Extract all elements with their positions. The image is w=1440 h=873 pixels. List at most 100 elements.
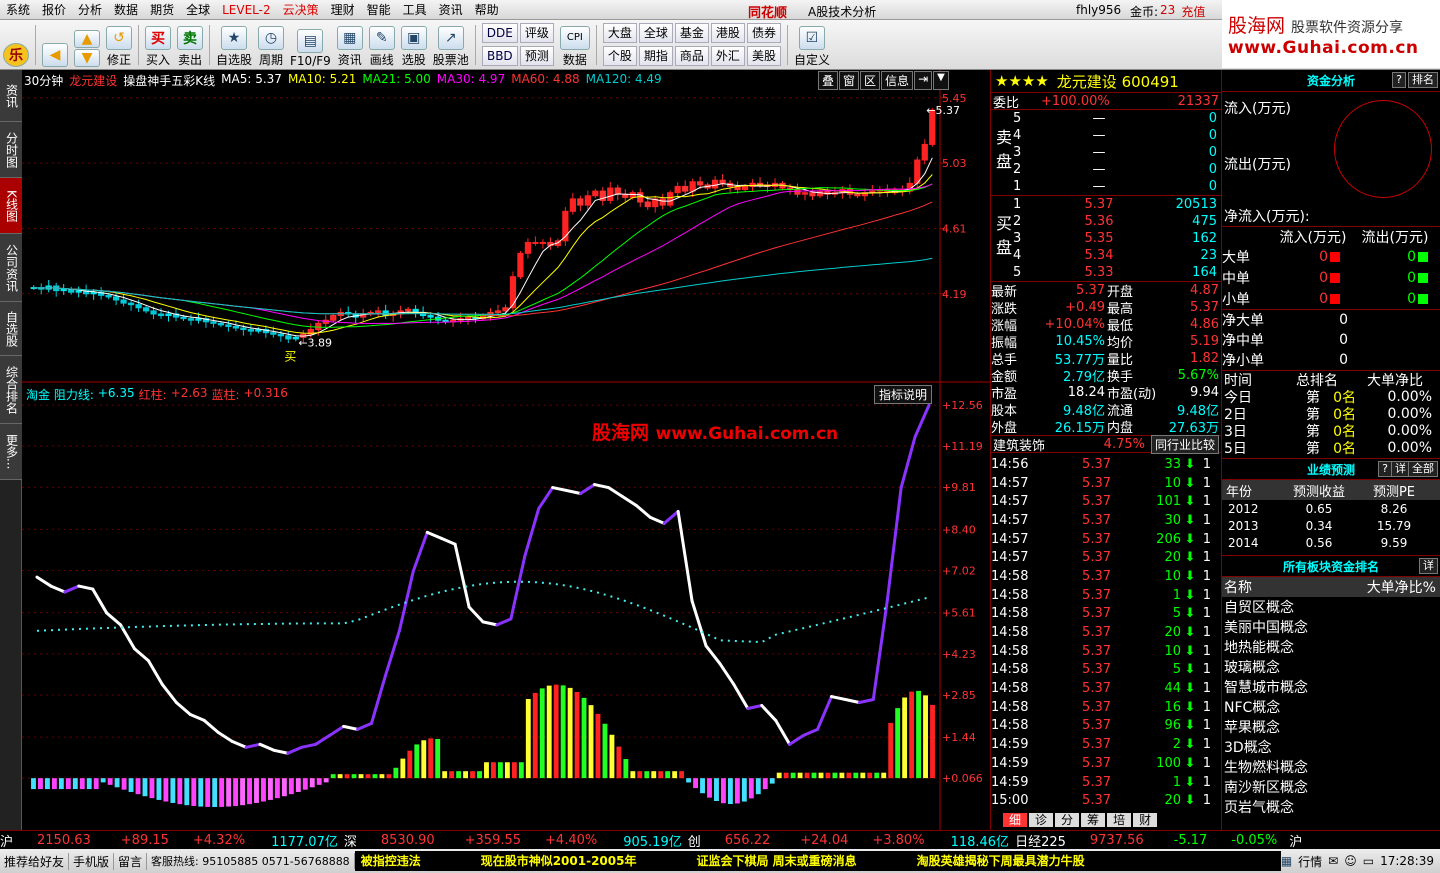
market-us-button[interactable]: 美股 — [746, 46, 781, 66]
tick-row[interactable]: 14:59 5.37 2 ⬇ 1 — [991, 735, 1221, 754]
tick-row[interactable]: 14:58 5.37 10 ⬇ 1 — [991, 642, 1221, 661]
leftnav-company[interactable]: 公司资讯 — [0, 234, 22, 302]
customize-button[interactable]: ☑ 自定义 — [791, 22, 833, 68]
tick-row[interactable]: 14:58 5.37 5 ⬇ 1 — [991, 661, 1221, 680]
buy-book-row[interactable]: 5 5.33 164 — [1013, 264, 1221, 281]
leftnav-more[interactable]: 更多... — [0, 424, 22, 480]
menu-item-level2[interactable]: LEVEL-2 — [216, 3, 277, 17]
sector-detail-button[interactable]: 详 — [1419, 558, 1438, 574]
sector-row[interactable]: NFC概念 — [1222, 697, 1440, 717]
market-futures-button[interactable]: 期指 — [638, 46, 673, 66]
perf-help-button[interactable]: ? — [1378, 461, 1392, 477]
sector-row[interactable]: 智慧城市概念 — [1222, 677, 1440, 697]
sector-name[interactable]: 建筑装饰 — [993, 435, 1084, 454]
sell-book-row[interactable]: 2 — 0 — [1013, 161, 1221, 178]
indicator-explain-button[interactable]: 指标说明 — [874, 385, 933, 404]
buy-button[interactable]: 买买入 — [142, 22, 174, 68]
market-hk-button[interactable]: 港股 — [710, 23, 745, 43]
sell-button[interactable]: 卖卖出 — [174, 22, 206, 68]
peer-compare-button[interactable]: 同行业比较 — [1150, 434, 1219, 454]
sell-book-row[interactable]: 1 — 0 — [1013, 178, 1221, 195]
market-stock-button[interactable]: 个股 — [602, 46, 637, 66]
recommend-link[interactable]: 推荐给好友 — [0, 852, 70, 870]
news-item-3[interactable]: 证监会下棋局 周末或重磅消息 — [696, 851, 856, 871]
tick-row[interactable]: 14:57 5.37 20 ⬇ 1 — [991, 548, 1221, 567]
tick-row[interactable]: 14:58 5.37 96 ⬇ 1 — [991, 717, 1221, 736]
leftnav-kline[interactable]: K线图 — [0, 178, 22, 234]
sector-name[interactable]: 地热能概念 — [1222, 637, 1294, 657]
quote-icon[interactable]: ▦ — [1281, 854, 1292, 868]
menu-item-quote[interactable]: 报价 — [36, 1, 72, 18]
sector-row[interactable]: 页岩气概念 — [1222, 797, 1440, 817]
sell-book-row[interactable]: 3 — 0 — [1013, 144, 1221, 161]
fund-rank-button[interactable]: 排名 — [1408, 72, 1438, 88]
menu-item-analysis[interactable]: 分析 — [72, 1, 108, 18]
tick-row[interactable]: 14:58 5.37 5 ⬇ 1 — [991, 605, 1221, 624]
tick-row[interactable]: 14:57 5.37 10 ⬇ 1 — [991, 474, 1221, 493]
market-global-button[interactable]: 全球 — [638, 23, 673, 43]
kline-chart-svg[interactable]: 5.45 5.03 4.61 4.19 +12.56 +11.19 +9.81 +8.40 +7… — [22, 70, 990, 830]
tick-row[interactable]: 14:58 5.37 16 ⬇ 1 — [991, 698, 1221, 717]
menu-item-news[interactable]: 资讯 — [433, 1, 469, 18]
expand-icon[interactable]: ⇥ — [914, 71, 933, 90]
sector-row[interactable]: 地热能概念 — [1222, 637, 1440, 657]
news-item-2[interactable]: 现在股市神似2001-2005年 — [481, 851, 637, 871]
tick-row[interactable]: 14:59 5.37 1 ⬇ 1 — [991, 773, 1221, 792]
market-bond-button[interactable]: 债券 — [746, 23, 781, 43]
tick-row[interactable]: 14:58 5.37 20 ⬇ 1 — [991, 623, 1221, 642]
quote-tab[interactable]: 筹 — [1081, 813, 1106, 827]
quote-tab[interactable]: 财 — [1133, 813, 1158, 827]
mobile-link[interactable]: 手机版 — [69, 852, 115, 870]
range-button[interactable]: 区 — [860, 71, 881, 90]
leftnav-ranking[interactable]: 综合排名 — [0, 356, 22, 424]
sell-book-row[interactable]: 5 — 0 — [1013, 110, 1221, 127]
quote-tab[interactable]: 细 — [1003, 813, 1028, 827]
tick-row[interactable]: 14:56 5.37 33 ⬇ 1 — [991, 455, 1221, 474]
menu-item-futures[interactable]: 期货 — [144, 1, 180, 18]
market-fund-button[interactable]: 基金 — [674, 23, 709, 43]
tick-row[interactable]: 14:58 5.37 1 ⬇ 1 — [991, 586, 1221, 605]
recharge-link[interactable]: 充值 — [1181, 3, 1205, 20]
tick-row[interactable]: 15:00 5.37 20 ⬇ 1 — [991, 791, 1221, 810]
quote-tab[interactable]: 分 — [1055, 813, 1080, 827]
tick-row[interactable]: 14:57 5.37 101 ⬇ 1 — [991, 492, 1221, 511]
overlay-button[interactable]: 叠 — [818, 71, 839, 90]
quote-button[interactable]: 行情 — [1298, 853, 1322, 870]
sector-row[interactable]: 玻璃概念 — [1222, 657, 1440, 677]
pool-button[interactable]: ↗ 股票池 — [430, 22, 472, 68]
forecast-button[interactable]: 预测 — [519, 46, 554, 66]
market-commodity-button[interactable]: 商品 — [674, 46, 709, 66]
tick-list[interactable]: 14:56 5.37 33 ⬇ 1 14:57 5.37 10 ⬇ 1 14:57 5.37 101 ⬇ 1… — [991, 452, 1221, 810]
leftnav-watchlist[interactable]: 自选股 — [0, 302, 22, 356]
sector-name[interactable]: 玻璃概念 — [1222, 657, 1280, 677]
home-button[interactable]: 乐 — [0, 22, 32, 68]
tick-row[interactable]: 14:59 5.37 100 ⬇ 1 — [991, 754, 1221, 773]
menu-item-cloud[interactable]: 云决策 — [277, 1, 325, 18]
back-button[interactable]: ◀ — [39, 22, 71, 68]
window-button[interactable]: 窗 — [839, 71, 860, 90]
info-button[interactable]: ▦ 资讯 — [334, 22, 366, 68]
quote-tab[interactable]: 培 — [1107, 813, 1132, 827]
market-index-button[interactable]: 大盘 — [602, 23, 637, 43]
tick-row[interactable]: 14:57 5.37 30 ⬇ 1 — [991, 511, 1221, 530]
sell-book-row[interactable]: 4 — 0 — [1013, 127, 1221, 144]
screener-button[interactable]: ▣ 选股 — [398, 22, 430, 68]
message-link[interactable]: 留言 — [114, 852, 148, 870]
buy-book-row[interactable]: 3 5.35 162 — [1013, 230, 1221, 247]
sector-name[interactable]: 3D概念 — [1222, 737, 1272, 757]
bbd-button[interactable]: BBD — [481, 46, 518, 66]
sector-row[interactable]: 美丽中国概念 — [1222, 617, 1440, 637]
sector-name[interactable]: 智慧城市概念 — [1222, 677, 1308, 697]
news-ticker[interactable]: 被指控违法 现在股市神似2001-2005年 证监会下棋局 周末或重磅消息 淘股… — [354, 851, 1281, 871]
menu-item-data[interactable]: 数据 — [108, 1, 144, 18]
sector-row[interactable]: 自贸区概念 — [1222, 597, 1440, 617]
menu-item-smart[interactable]: 智能 — [361, 1, 397, 18]
news-item-1[interactable]: 被指控违法 — [361, 851, 421, 871]
market-fx-button[interactable]: 外汇 — [710, 46, 745, 66]
sector-row[interactable]: 生物燃料概念 — [1222, 757, 1440, 777]
menu-item-system[interactable]: 系统 — [0, 1, 36, 18]
menu-item-finance[interactable]: 理财 — [325, 1, 361, 18]
buy-book-row[interactable]: 1 5.37 20513 — [1013, 196, 1221, 213]
buy-book-row[interactable]: 4 5.34 23 — [1013, 247, 1221, 264]
sector-name[interactable]: 南沙新区概念 — [1222, 777, 1308, 797]
